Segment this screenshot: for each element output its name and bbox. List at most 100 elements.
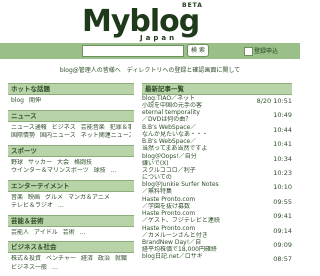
category-section-title[interactable]: 芸能＆芸術	[8, 214, 134, 227]
category-link[interactable]: マンガ＆アニメ	[68, 194, 110, 201]
category-line: テレビ＆ラジオ …	[11, 202, 131, 211]
category-link[interactable]: ビジネス一般	[11, 264, 47, 271]
post-title[interactable]: 経平均株価で18,000円確終	[142, 246, 254, 253]
post-title[interactable]: なんか見たいなあ・・・	[142, 131, 254, 138]
post-title[interactable]: ／ゲスト、フジテレビと連続	[142, 217, 254, 224]
post-item[interactable]: スクルココロ／利子 についての 10:23	[142, 167, 292, 181]
latest-posts: 最新記事一覧 blog:TIAO／ネット 小説を中国の元手の客 8/20 10:51…	[142, 83, 292, 268]
category-section-body: ニュース通報ビジネス芸能音楽犯罪＆事件国際情勢国内ニュースネット関連ニュース	[8, 122, 134, 145]
category-link[interactable]: 芸能人	[11, 229, 29, 236]
category-line: 野球 サッカー 大会 格闘技	[11, 159, 131, 168]
logo-beta-badge: BETA	[182, 2, 203, 9]
category-link[interactable]: 野球	[11, 159, 23, 166]
post-item[interactable]: blog:TIAO／ネット 小説を中国の元手の客 8/20 10:51	[142, 95, 292, 109]
category-section-title[interactable]: ビジネス＆社会	[8, 241, 134, 253]
category-section-body: 芸能人 アイドル 芸術 …	[8, 227, 134, 242]
post-blog-name[interactable]: blog日記.net／ロサギ	[142, 253, 254, 260]
post-blog-name[interactable]: blog＠Junkie Surfer Notes	[142, 181, 254, 188]
post-title[interactable]: ／学園を抜け募数	[142, 203, 254, 210]
post-item[interactable]: Haste Pronto.com ／学園を抜け募数 09:55	[142, 196, 292, 210]
post-item[interactable]: eternal temporality ／DVDは何の曲？ 10:49	[142, 109, 292, 123]
post-time: 10:23	[273, 168, 292, 177]
register-checkbox[interactable]	[244, 47, 253, 56]
post-title[interactable]: についての	[142, 174, 254, 181]
category-link[interactable]: 就職	[115, 255, 127, 262]
category-link[interactable]: 経済	[81, 255, 93, 262]
category-section-title[interactable]: エンターテイメント	[8, 179, 134, 192]
category-link[interactable]: …	[58, 202, 64, 209]
post-blog-name[interactable]: Haste Pronto.com	[142, 210, 254, 217]
category-link[interactable]: 国際情勢	[11, 132, 35, 139]
category-link[interactable]: 芸能音楽	[81, 124, 105, 131]
category-section-body: 野球 サッカー 大会 格闘技 ウインター＆マリンスポーツ 球技 …	[8, 157, 134, 180]
category-link[interactable]: アイドル	[34, 229, 58, 236]
post-item[interactable]: B.B's WebSpace／ 当然ってまあ当然ですよ 10:41	[142, 138, 292, 152]
category-line: blog 開伸	[11, 97, 131, 106]
category-line: ビジネス一般 …	[11, 264, 131, 273]
post-title[interactable]: 小説を中国の元手の客	[142, 102, 254, 109]
category-section-title[interactable]: ホットな話題	[8, 83, 134, 95]
category-section-title[interactable]: ニュース	[8, 109, 134, 122]
post-blog-name[interactable]: B.B's WebSpace／	[142, 124, 254, 131]
category-link[interactable]: 音楽	[11, 194, 23, 201]
post-blog-name[interactable]: B.B's WebSpace／	[142, 138, 254, 145]
post-item[interactable]: BrandNew Day!／自 経平均株価で18,000円確終 09:09	[142, 239, 292, 253]
post-blog-name[interactable]: スクルココロ／利子	[142, 167, 254, 174]
post-blog-name[interactable]: Haste Pronto.com	[142, 196, 254, 203]
category-link[interactable]: ベンチャー	[46, 255, 76, 262]
category-link[interactable]: 犯罪＆事件	[110, 124, 131, 131]
category-link[interactable]: テレビ＆ラジオ	[11, 202, 53, 209]
post-item[interactable]: blog＠Junkie Surfer Notes ／無料特集 10:10	[142, 181, 292, 195]
category-link[interactable]: 国内ニュース	[40, 132, 76, 139]
post-time: 8/20 10:51	[256, 97, 292, 105]
search-button[interactable]: 検 索	[187, 44, 209, 57]
category-link[interactable]: ニュース通報	[11, 124, 47, 131]
post-blog-name[interactable]: BrandNew Day!／自	[142, 239, 254, 246]
category-line: 国際情勢 国内ニュース ネット関連ニュース	[11, 132, 131, 141]
post-item[interactable]: Haste Pronto.com ／カメルーンさんと付き 09:14	[142, 225, 292, 239]
post-time: 09:09	[273, 240, 292, 249]
post-item[interactable]: blog日記.net／ロサギ 08:57	[142, 253, 292, 267]
post-time: 09:55	[273, 197, 292, 206]
category-line: 株式＆投資 ベンチャー 経済 政治 就職	[11, 255, 131, 264]
post-title[interactable]: 嫌いで(X)	[142, 160, 254, 167]
tagline-link[interactable]: blog@管理人の皆様へ ディレクトリへの登録と確認画面に関して	[0, 65, 300, 74]
category-link[interactable]: …	[111, 167, 117, 174]
category-line: ニュース通報ビジネス芸能音楽犯罪＆事件	[11, 124, 131, 133]
search-bar: 検 索 登録申込	[0, 43, 300, 59]
category-link[interactable]: 大会	[57, 159, 69, 166]
post-blog-name[interactable]: Haste Pronto.com	[142, 225, 254, 232]
post-title[interactable]: ／カメルーンさんと付き	[142, 232, 254, 239]
post-blog-name[interactable]: blog＠Oops!／自分	[142, 153, 254, 160]
category-link[interactable]: 開伸	[29, 97, 41, 104]
category-link[interactable]: 格闘技	[74, 159, 92, 166]
post-list: blog:TIAO／ネット 小説を中国の元手の客 8/20 10:51 eternal…	[142, 95, 292, 268]
site-logo[interactable]: Myblog BETA Japan	[82, 2, 218, 42]
post-item[interactable]: B.B's WebSpace／ なんか見たいなあ・・・ 10:44	[142, 124, 292, 138]
register-checkbox-label: 登録申込	[254, 48, 279, 55]
post-blog-name[interactable]: blog:TIAO／ネット	[142, 95, 254, 102]
category-link[interactable]: ビジネス	[52, 124, 76, 131]
category-section-title[interactable]: スポーツ	[8, 144, 134, 157]
logo-subtitle: Japan	[140, 34, 178, 42]
category-link[interactable]: 球技	[94, 167, 106, 174]
category-link[interactable]: ネット関連ニュース	[81, 132, 131, 139]
search-input[interactable]	[82, 45, 184, 57]
category-link[interactable]: blog	[11, 97, 24, 104]
category-link[interactable]: グルメ	[45, 194, 63, 201]
category-link[interactable]: 政治	[98, 255, 110, 262]
post-item[interactable]: Haste Pronto.com ／ゲスト、フジテレビと連続 09:41	[142, 210, 292, 224]
category-link[interactable]: 株式＆投資	[11, 255, 41, 262]
category-link[interactable]: ウインター＆マリンスポーツ	[11, 167, 89, 174]
category-link[interactable]: サッカー	[28, 159, 52, 166]
post-item[interactable]: blog＠Oops!／自分 嫌いで(X) 10:34	[142, 153, 292, 167]
post-blog-name[interactable]: eternal temporality	[142, 109, 254, 116]
post-title[interactable]: 当然ってまあ当然ですよ	[142, 145, 254, 152]
category-link[interactable]: …	[52, 264, 58, 271]
post-title[interactable]: ／無料特集	[142, 188, 254, 195]
category-link[interactable]: 芸術	[63, 229, 75, 236]
category-section-body: blog 開伸	[8, 95, 134, 110]
post-title[interactable]: ／DVDは何の曲？	[142, 116, 254, 123]
category-link[interactable]: …	[80, 229, 86, 236]
category-link[interactable]: 映画	[28, 194, 40, 201]
